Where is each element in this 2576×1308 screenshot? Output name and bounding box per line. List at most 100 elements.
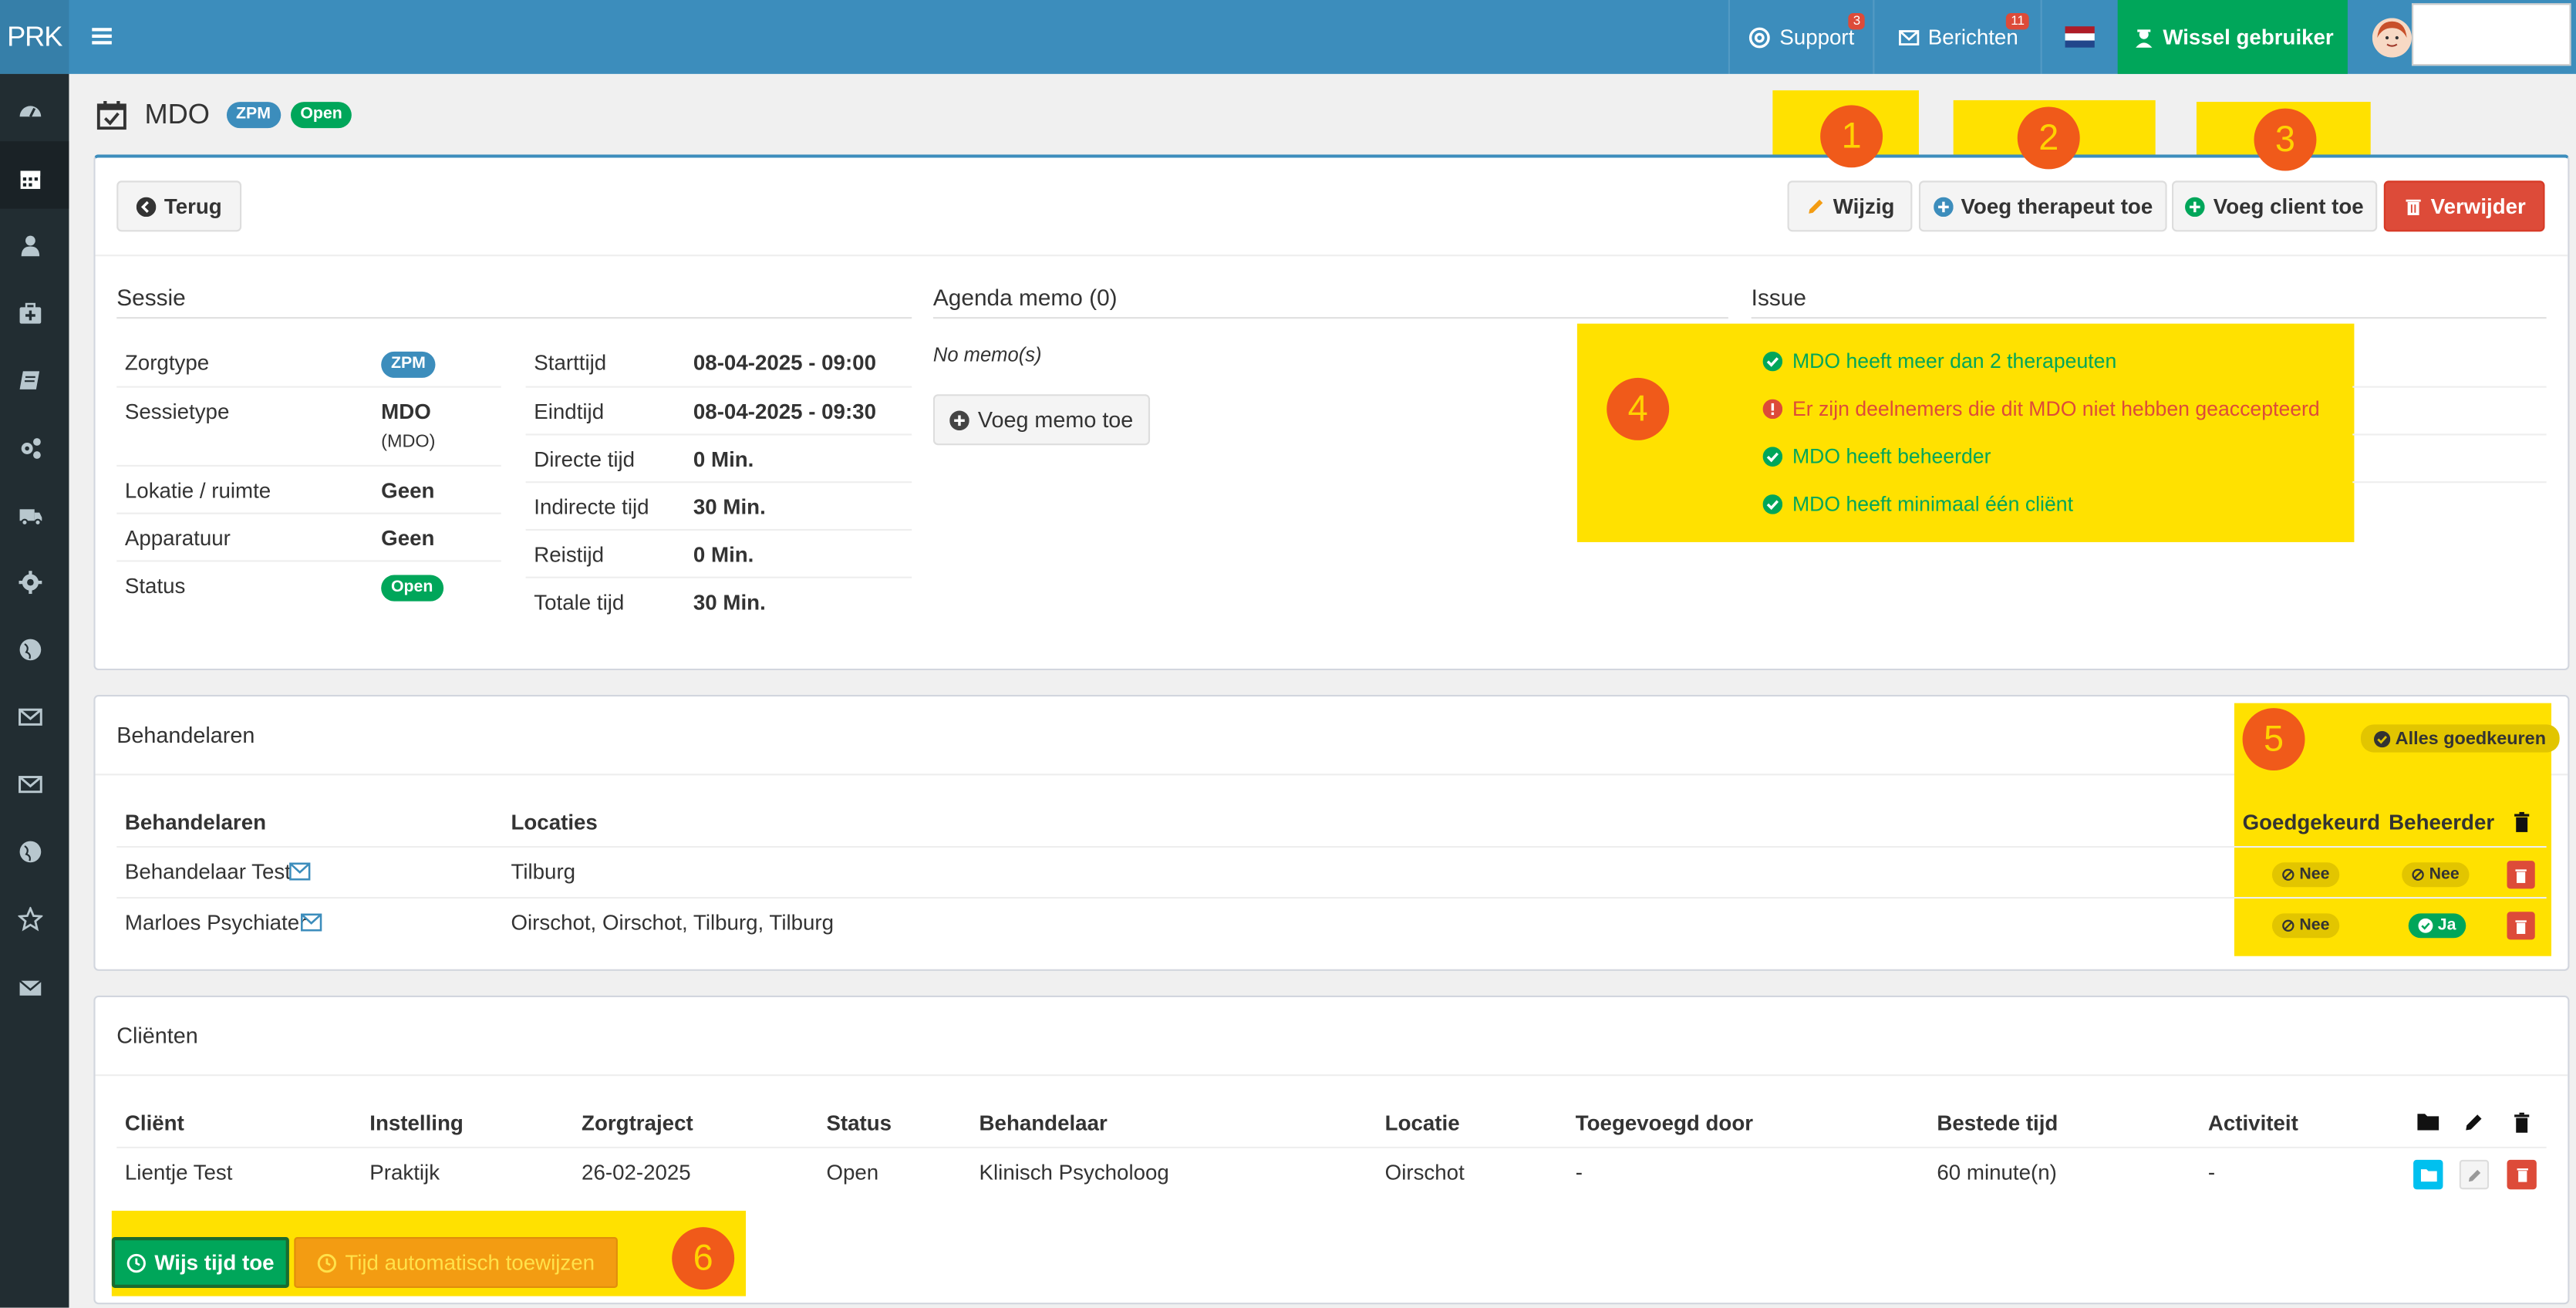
add-therapist-button[interactable]: Voeg therapeut toe	[1918, 180, 2167, 232]
field-value: MDO	[381, 399, 431, 424]
add-memo-button[interactable]: Voeg memo toe	[932, 394, 1151, 446]
issue-item: MDO heeft meer dan 2 therapeuten	[1762, 350, 2116, 373]
edit-button[interactable]: Wijzig	[1787, 180, 1913, 232]
manager-toggle[interactable]: Ja	[2408, 913, 2466, 939]
marker-6: 6	[672, 1227, 735, 1290]
pencil-icon	[1808, 198, 1822, 213]
client-trajectory: 26-02-2025	[582, 1159, 691, 1185]
truck-icon[interactable]	[18, 503, 42, 528]
check-circle-icon	[2373, 730, 2391, 747]
marker-1: 1	[1820, 105, 1883, 168]
field-label: Status	[124, 573, 186, 598]
marker-4: 4	[1607, 377, 1670, 440]
client-added-by: -	[1575, 1159, 1583, 1185]
field-value: 30 Min.	[693, 494, 766, 520]
add-client-button[interactable]: Voeg client toe	[2171, 180, 2378, 232]
divider	[116, 512, 501, 514]
mail-outline-icon[interactable]	[18, 772, 42, 797]
zorgtype-badge: ZPM	[381, 351, 436, 378]
top-navbar: PRK Support 3 Berichten 11 Wissel gebrui…	[0, 0, 2576, 74]
ban-icon	[2282, 868, 2294, 881]
pencil-icon	[2466, 1114, 2482, 1131]
globe-icon[interactable]	[18, 637, 42, 662]
divider	[95, 774, 2568, 776]
back-label: Terug	[164, 194, 222, 219]
edit-client-button[interactable]	[2459, 1159, 2490, 1190]
divider	[525, 481, 912, 484]
messages-badge: 11	[2005, 13, 2030, 30]
mail-icon[interactable]	[18, 705, 42, 730]
issue-text: MDO heeft beheerder	[1792, 445, 1991, 469]
field-label: Starttijd	[534, 349, 607, 375]
folder-icon	[2417, 1114, 2439, 1131]
user-icon[interactable]	[18, 233, 42, 258]
support-menu[interactable]: Support 3	[1728, 0, 1873, 74]
cogs-icon[interactable]	[18, 435, 42, 460]
delete-client-button[interactable]	[2507, 1159, 2537, 1190]
approve-all-button[interactable]: Alles goedkeuren	[2360, 724, 2560, 753]
approved-toggle[interactable]: Nee	[2271, 913, 2340, 939]
therapist-locations: Oirschot, Oirschot, Tilburg, Tilburg	[511, 910, 835, 935]
column-header: Behandelaren	[124, 810, 267, 835]
divider	[116, 464, 501, 467]
world-icon[interactable]	[18, 839, 42, 864]
column-header: Toegevoegd door	[1575, 1110, 1754, 1135]
pencil-icon	[2467, 1168, 2480, 1182]
brand-logo[interactable]: PRK	[0, 0, 69, 74]
auto-assign-time-button[interactable]: Tijd automatisch toewijzen	[294, 1236, 618, 1288]
add-client-label: Voeg client toe	[2213, 194, 2364, 219]
settings-gear-icon[interactable]	[18, 570, 42, 595]
medkit-icon[interactable]	[18, 301, 42, 325]
page-header: MDO ZPM Open	[96, 99, 352, 132]
divider	[525, 576, 912, 578]
column-header: Locaties	[511, 810, 598, 835]
marker-3: 3	[2254, 108, 2317, 171]
switch-user-button[interactable]: Wissel gebruiker	[2117, 0, 2348, 74]
delete-button[interactable]: Verwijder	[2383, 180, 2545, 232]
client-activity: -	[2207, 1159, 2216, 1185]
plus-circle-icon	[1933, 196, 1953, 217]
approve-all-label: Alles goedkeuren	[2395, 728, 2547, 749]
messages-menu[interactable]: Berichten 11	[1873, 0, 2040, 74]
check-circle-icon	[1762, 494, 1783, 514]
divider	[116, 897, 2547, 899]
marker-2: 2	[2017, 106, 2080, 170]
trash-icon	[2515, 919, 2527, 933]
sidebar	[0, 73, 69, 1308]
marker-5: 5	[2242, 708, 2305, 771]
field-value: 30 Min.	[693, 589, 766, 615]
delete-row-button[interactable]	[2507, 861, 2535, 889]
ban-icon	[2282, 919, 2294, 932]
open-folder-button[interactable]	[2413, 1159, 2443, 1190]
life-ring-icon	[1749, 26, 1771, 48]
manager-toggle[interactable]: Nee	[2402, 862, 2470, 888]
user-menu[interactable]	[2349, 0, 2576, 74]
auto-assign-label: Tijd automatisch toewijzen	[345, 1250, 595, 1275]
avatar	[2372, 17, 2412, 57]
approved-toggle[interactable]: Nee	[2271, 862, 2340, 888]
envelope-closed-icon[interactable]	[18, 976, 42, 1000]
envelope-icon[interactable]	[301, 913, 322, 932]
support-label: Support	[1779, 24, 1855, 49]
envelope-icon[interactable]	[289, 862, 311, 881]
issue-item: MDO heeft minimaal één cliënt	[1762, 493, 2073, 516]
book-icon[interactable]	[18, 368, 42, 393]
issue-item: Er zijn deelnemers die dit MDO niet hebb…	[1762, 397, 2320, 420]
add-therapist-label: Voeg therapeut toe	[1961, 194, 2153, 219]
session-heading: Sessie	[116, 285, 912, 319]
manager-value: Nee	[2429, 865, 2460, 884]
divider	[116, 846, 2547, 848]
calendar-icon[interactable]	[18, 166, 42, 190]
dashboard-icon[interactable]	[18, 99, 42, 123]
menu-toggle-icon[interactable]	[89, 23, 115, 49]
column-header: Locatie	[1384, 1110, 1460, 1135]
language-switch[interactable]	[2040, 0, 2118, 74]
zorgtype-label: ZPM	[226, 102, 281, 129]
delete-row-button[interactable]	[2507, 912, 2535, 940]
assign-time-label: Wijs tijd toe	[154, 1250, 275, 1275]
back-button[interactable]: Terug	[116, 180, 242, 232]
star-icon[interactable]	[18, 906, 43, 932]
approved-value: Nee	[2299, 865, 2330, 884]
column-header: Status	[826, 1110, 892, 1135]
assign-time-button[interactable]: Wijs tijd toe	[111, 1236, 289, 1288]
